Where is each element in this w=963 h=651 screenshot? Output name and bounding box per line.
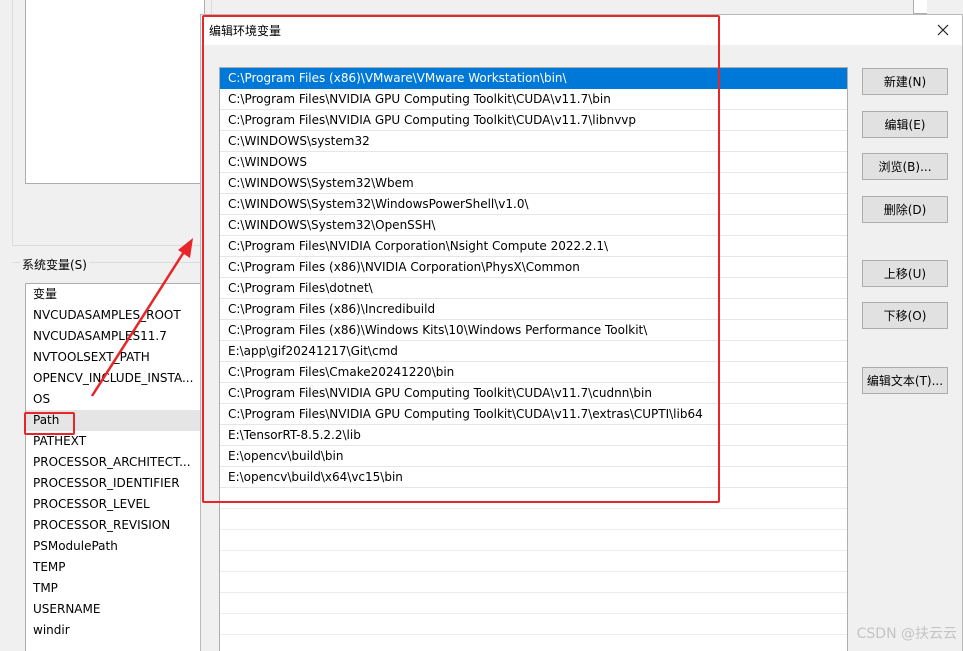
- column-header-variable[interactable]: 变量: [26, 284, 204, 305]
- empty-path-row[interactable]: [220, 551, 847, 572]
- user-vars-list[interactable]: [25, 0, 205, 184]
- close-icon: [937, 24, 949, 36]
- close-button[interactable]: [928, 15, 958, 45]
- system-var-row[interactable]: PROCESSOR_LEVEL: [26, 494, 204, 515]
- system-vars-label: 系统变量(S): [20, 256, 89, 273]
- system-var-row[interactable]: PROCESSOR_IDENTIFIER: [26, 473, 204, 494]
- system-var-row[interactable]: OPENCV_INCLUDE_INSTA...: [26, 368, 204, 389]
- system-var-row[interactable]: TEMP: [26, 557, 204, 578]
- path-annotation-box: [24, 412, 75, 435]
- edit-text-button[interactable]: 编辑文本(T)...: [862, 367, 948, 394]
- empty-path-row[interactable]: [220, 509, 847, 530]
- browse-button[interactable]: 浏览(B)...: [862, 153, 948, 180]
- watermark: CSDN @扶云云: [856, 626, 957, 642]
- empty-path-row[interactable]: [220, 614, 847, 635]
- system-var-row[interactable]: NVTOOLSEXT_PATH: [26, 347, 204, 368]
- system-var-row[interactable]: TMP: [26, 578, 204, 599]
- move-down-button[interactable]: 下移(O): [862, 302, 948, 329]
- empty-path-row[interactable]: [220, 635, 847, 651]
- empty-path-row[interactable]: [220, 530, 847, 551]
- system-var-row[interactable]: PROCESSOR_REVISION: [26, 515, 204, 536]
- empty-path-row[interactable]: [220, 572, 847, 593]
- system-vars-list[interactable]: 变量 NVCUDASAMPLES_ROOT NVCUDASAMPLES11.7 NV…: [25, 283, 205, 651]
- new-button[interactable]: 新建(N): [862, 68, 948, 95]
- path-list-annotation-box: [202, 15, 720, 503]
- edit-button[interactable]: 编辑(E): [862, 111, 948, 138]
- system-var-row[interactable]: NVCUDASAMPLES_ROOT: [26, 305, 204, 326]
- system-var-row[interactable]: OS: [26, 389, 204, 410]
- empty-path-row[interactable]: [220, 593, 847, 614]
- delete-button[interactable]: 删除(D): [862, 196, 948, 223]
- system-var-row[interactable]: windir: [26, 620, 204, 641]
- scrollbar-stub: [913, 0, 927, 14]
- system-var-row[interactable]: NVCUDASAMPLES11.7: [26, 326, 204, 347]
- system-var-row[interactable]: USERNAME: [26, 599, 204, 620]
- move-up-button[interactable]: 上移(U): [862, 260, 948, 287]
- system-var-row[interactable]: PSModulePath: [26, 536, 204, 557]
- system-var-row[interactable]: PROCESSOR_ARCHITECT...: [26, 452, 204, 473]
